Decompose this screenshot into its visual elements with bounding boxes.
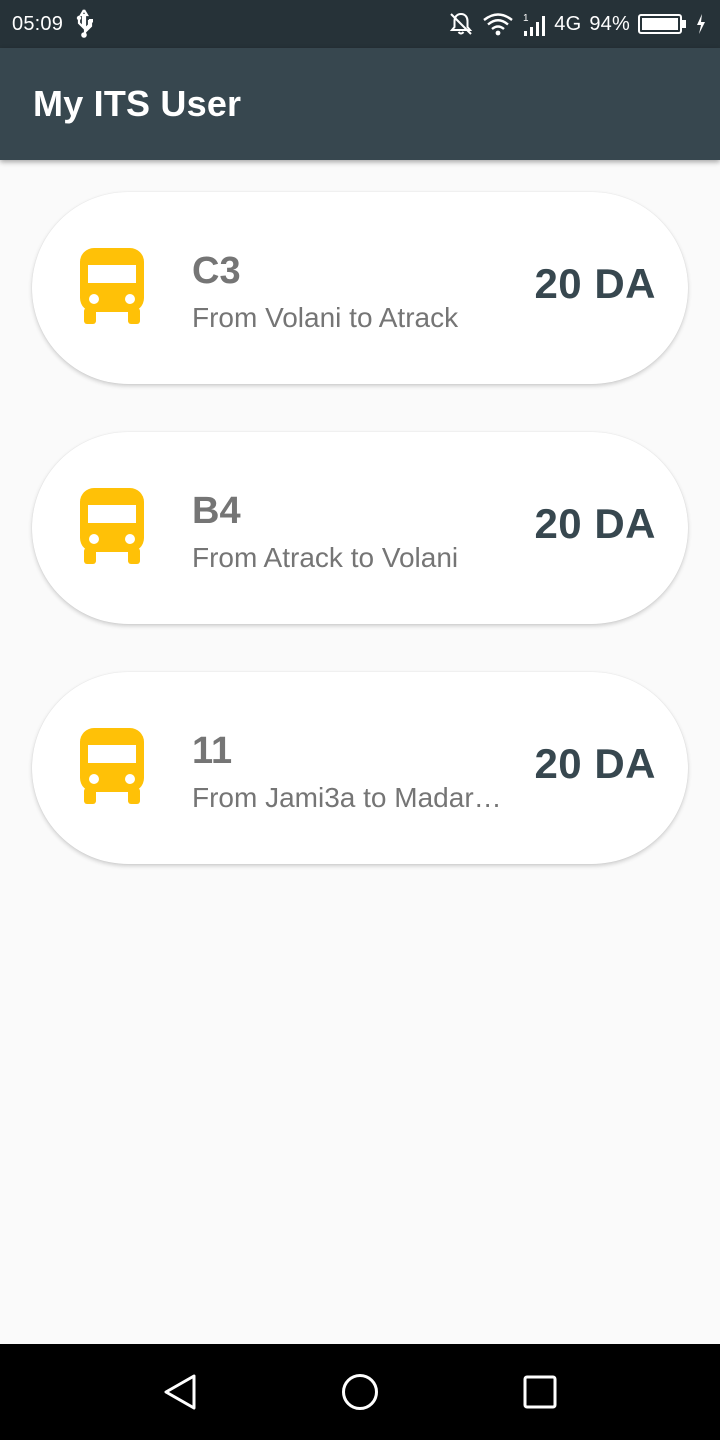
battery-icon: [638, 13, 688, 35]
route-description: From Atrack to Volani: [192, 542, 459, 573]
route-price: 20 DA: [534, 740, 656, 787]
back-icon[interactable]: [160, 1372, 200, 1412]
bus-icon: [80, 488, 144, 564]
status-time: 05:09: [12, 12, 64, 35]
home-icon[interactable]: [340, 1372, 380, 1412]
route-card-c3[interactable]: C3 From Volani to Atrack 20 DA: [32, 192, 688, 384]
wifi-icon: [482, 12, 514, 36]
route-name: B4: [192, 490, 241, 532]
status-bar-right: 1 4G 94%: [448, 11, 706, 37]
bus-icon: [80, 248, 144, 324]
route-card-b4[interactable]: B4 From Atrack to Volani 20 DA: [32, 432, 688, 624]
battery-percent: 94%: [589, 12, 630, 35]
signal-icon: 1: [522, 11, 546, 37]
notifications-off-icon: [448, 11, 474, 37]
route-card-11[interactable]: 11 From Jami3a to Madar… 20 DA: [32, 672, 688, 864]
bus-icon: [80, 728, 144, 804]
route-name: C3: [192, 250, 241, 292]
network-type: 4G: [554, 12, 582, 35]
status-bar: 05:09 1 4G 94%: [0, 0, 720, 48]
svg-text:1: 1: [523, 13, 529, 24]
route-price: 20 DA: [534, 260, 656, 307]
usb-icon: [73, 9, 95, 39]
charging-icon: [696, 13, 706, 35]
route-list: C3 From Volani to Atrack 20 DA B4 From A…: [32, 192, 688, 864]
route-description: From Volani to Atrack: [192, 302, 459, 333]
route-name: 11: [192, 730, 233, 772]
route-description: From Jami3a to Madar…: [192, 782, 502, 813]
recents-icon[interactable]: [520, 1372, 560, 1412]
app-bar: My ITS User: [0, 48, 720, 160]
route-price: 20 DA: [534, 500, 656, 547]
navigation-bar: [0, 1344, 720, 1440]
status-bar-left: 05:09: [12, 9, 95, 39]
app-title: My ITS User: [33, 83, 242, 124]
